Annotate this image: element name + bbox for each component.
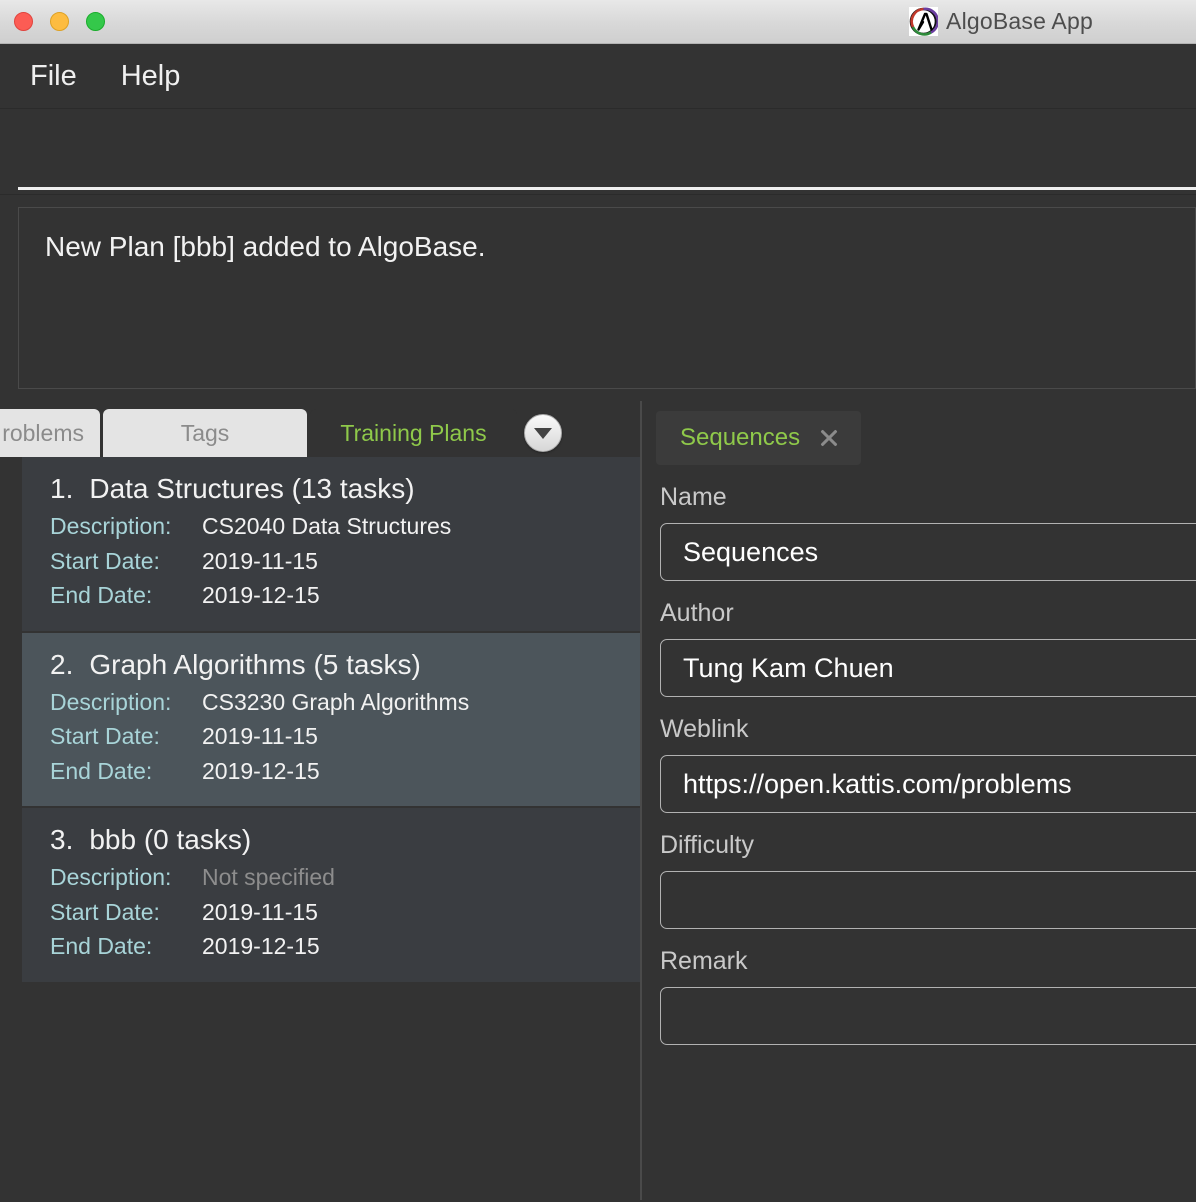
description-label: Description:	[50, 688, 172, 715]
tab-training-plans[interactable]: Training Plans	[310, 409, 517, 457]
close-button[interactable]	[14, 12, 33, 31]
command-input[interactable]	[18, 140, 1196, 190]
chevron-down-icon	[534, 427, 552, 439]
description-value: Not specified	[202, 864, 335, 890]
command-area	[0, 109, 1196, 195]
author-input[interactable]	[660, 639, 1196, 697]
plan-start-date-row: Start Date: 2019-11-15	[50, 895, 640, 930]
plan-end-date-row: End Date: 2019-12-15	[50, 754, 640, 789]
end-date-value: 2019-12-15	[202, 582, 320, 608]
plan-index: 2.	[50, 648, 74, 680]
start-date-label: Start Date:	[50, 898, 160, 925]
result-box: New Plan [bbb] added to AlgoBase.	[18, 207, 1196, 389]
result-message: New Plan [bbb] added to AlgoBase.	[45, 231, 486, 262]
lambda-logo-icon	[909, 7, 940, 36]
end-date-label: End Date:	[50, 757, 153, 784]
end-date-value: 2019-12-15	[202, 757, 320, 784]
remark-label: Remark	[660, 947, 748, 975]
description-label: Description:	[50, 864, 172, 890]
plan-start-date-row: Start Date: 2019-11-15	[50, 719, 640, 754]
difficulty-input[interactable]	[660, 871, 1196, 929]
weblink-field-group: Weblink	[642, 715, 1196, 813]
plan-title: 1. Data Structures (13 tasks)	[50, 473, 640, 505]
plan-title: 3. bbb (0 tasks)	[50, 824, 640, 856]
title-bar: AlgoBase App	[0, 0, 1196, 44]
maximize-button[interactable]	[86, 12, 105, 31]
plan-description-row: Description: CS3230 Graph Algorithms	[50, 685, 640, 720]
name-label: Name	[660, 483, 727, 511]
left-panel: roblems Tags Training Plans 1. Data Struc…	[0, 401, 640, 1200]
list-item[interactable]: 2. Graph Algorithms (5 tasks) Description…	[22, 632, 640, 808]
close-icon[interactable]	[818, 428, 839, 449]
main-split: roblems Tags Training Plans 1. Data Struc…	[0, 401, 1196, 1200]
name-field-group: Name	[642, 483, 1196, 581]
right-tab-bar: Sequences	[642, 401, 1196, 465]
remark-field-group: Remark	[642, 947, 1196, 1045]
plan-end-date-row: End Date: 2019-12-15	[50, 929, 640, 964]
minimize-button[interactable]	[50, 12, 69, 31]
tab-tags[interactable]: Tags	[103, 409, 307, 457]
difficulty-label: Difficulty	[660, 831, 755, 859]
list-item[interactable]: 3. bbb (0 tasks) Description: Not specifi…	[22, 808, 640, 984]
tab-problems-label: roblems	[2, 419, 84, 446]
remark-input[interactable]	[660, 987, 1196, 1045]
menu-file[interactable]: File	[30, 60, 77, 93]
tab-sequences[interactable]: Sequences	[656, 411, 862, 465]
plan-title: 2. Graph Algorithms (5 tasks)	[50, 649, 640, 681]
tab-problems[interactable]: roblems	[0, 409, 100, 457]
plan-start-date-row: Start Date: 2019-11-15	[50, 544, 640, 579]
list-item[interactable]: 1. Data Structures (13 tasks) Description…	[22, 457, 640, 633]
tab-tags-label: Tags	[180, 419, 230, 446]
window-controls	[14, 12, 105, 31]
start-date-label: Start Date:	[50, 723, 160, 749]
author-label: Author	[660, 599, 734, 627]
description-value: CS2040 Data Structures	[202, 513, 452, 539]
start-date-value: 2019-11-15	[202, 898, 318, 925]
tab-training-plans-label: Training Plans	[340, 419, 487, 446]
name-input[interactable]	[660, 523, 1196, 581]
plan-description-row: Description: CS2040 Data Structures	[50, 509, 640, 544]
end-date-value: 2019-12-15	[202, 933, 320, 959]
start-date-value: 2019-11-15	[202, 547, 318, 574]
right-panel: Sequences Name Author Weblink Difficulty…	[642, 401, 1196, 1200]
plan-index: 3.	[50, 824, 74, 855]
menu-help[interactable]: Help	[121, 60, 181, 93]
author-field-group: Author	[642, 599, 1196, 697]
start-date-value: 2019-11-15	[202, 723, 318, 749]
plan-index: 1.	[50, 473, 74, 504]
difficulty-field-group: Difficulty	[642, 831, 1196, 929]
menu-bar: File Help	[0, 44, 1196, 109]
end-date-label: End Date:	[50, 582, 153, 608]
weblink-label: Weblink	[660, 715, 749, 743]
description-value: CS3230 Graph Algorithms	[202, 688, 470, 715]
tab-sequences-label: Sequences	[680, 424, 801, 451]
weblink-input[interactable]	[660, 755, 1196, 813]
tab-overflow-dropdown-button[interactable]	[524, 414, 562, 452]
result-area: New Plan [bbb] added to AlgoBase.	[0, 195, 1196, 401]
window-title: AlgoBase App	[946, 8, 1093, 34]
plan-description-row: Description: Not specified	[50, 860, 640, 895]
left-tab-bar: roblems Tags Training Plans	[0, 401, 640, 457]
end-date-label: End Date:	[50, 933, 153, 959]
plan-name: Graph Algorithms (5 tasks)	[89, 648, 421, 680]
training-plan-list[interactable]: 1. Data Structures (13 tasks) Description…	[22, 457, 640, 1182]
window-title-group: AlgoBase App	[403, 0, 1196, 43]
plan-name: bbb (0 tasks)	[89, 824, 252, 855]
description-label: Description:	[50, 513, 172, 539]
start-date-label: Start Date:	[50, 547, 160, 574]
plan-end-date-row: End Date: 2019-12-15	[50, 578, 640, 613]
plan-name: Data Structures (13 tasks)	[89, 473, 415, 504]
